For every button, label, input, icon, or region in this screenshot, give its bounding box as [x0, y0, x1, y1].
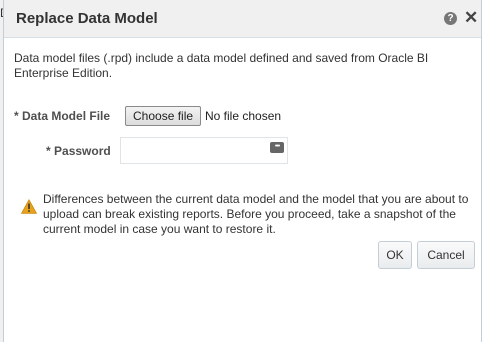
choose-file-button[interactable]: Choose file: [125, 106, 202, 126]
ok-button[interactable]: OK: [378, 241, 412, 269]
required-marker: *: [14, 109, 19, 123]
warning-text: Differences between the current data mod…: [43, 192, 469, 236]
password-label-text: Password: [54, 144, 111, 158]
dialog-titlebar: Replace Data Model ? ✕: [4, 0, 481, 38]
dialog-title: Replace Data Model: [16, 10, 158, 27]
help-icon[interactable]: ?: [444, 12, 457, 25]
cancel-button[interactable]: Cancel: [417, 241, 475, 269]
replace-data-model-dialog: Replace Data Model ? ✕ Data model files …: [3, 0, 482, 342]
data-model-file-label: * Data Model File: [14, 109, 110, 123]
warning-triangle-icon: [21, 199, 37, 214]
close-icon[interactable]: ✕: [464, 9, 478, 27]
password-label: * Password: [46, 144, 111, 158]
file-status-text: No file chosen: [205, 109, 282, 123]
required-marker: *: [46, 144, 51, 158]
dialog-body: Data model files (.rpd) include a data m…: [4, 38, 481, 342]
data-model-file-label-text: Data Model File: [22, 109, 111, 123]
password-input[interactable]: [120, 137, 288, 164]
intro-text: Data model files (.rpd) include a data m…: [14, 51, 429, 80]
password-manager-icon[interactable]: •••: [270, 142, 284, 153]
